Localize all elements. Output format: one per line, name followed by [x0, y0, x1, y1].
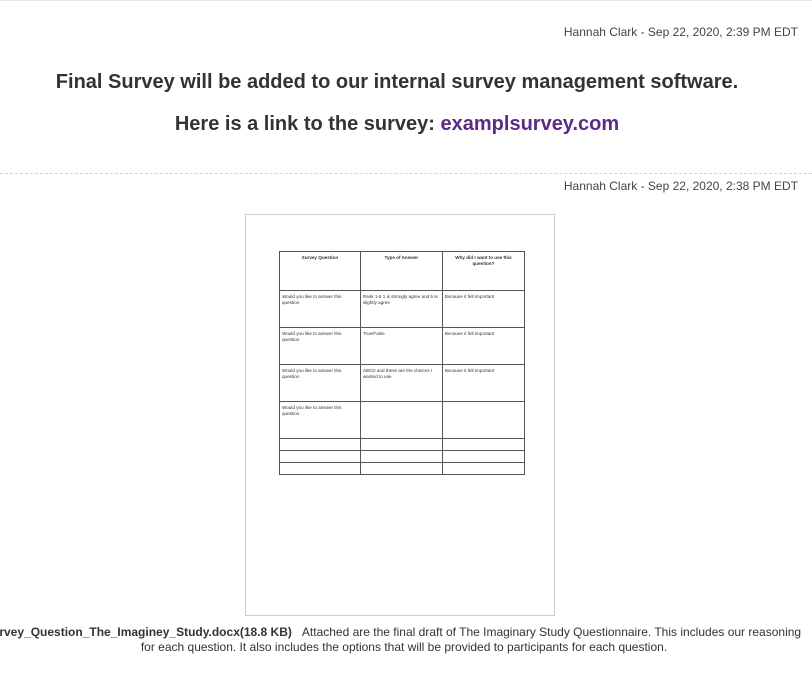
document-cell: [441, 462, 526, 475]
post-thread: Hannah Clark - Sep 22, 2020, 2:39 PM EDT…: [0, 0, 812, 682]
document-cell: Would you like to answer this question: [279, 401, 361, 439]
top-divider: [0, 0, 812, 1]
document-cell: Rank 1-5 1 is strongly agree and 5 is sl…: [359, 290, 443, 328]
document-table-empty-row: [279, 462, 526, 475]
document-cell: [441, 401, 526, 439]
document-cell: Because it felt important: [441, 327, 526, 365]
attachment-caption-line: Survey_Question_The_Imaginey_Study.docx(…: [0, 625, 812, 640]
document-cell: Would you like to answer this question: [279, 290, 361, 328]
document-cell: [359, 462, 443, 475]
document-cell: ABCD and these are the choices I wanted …: [359, 364, 443, 402]
document-cell: [359, 401, 443, 439]
document-table-empty-row: [279, 438, 526, 451]
attachment-filename[interactable]: Survey_Question_The_Imaginey_Study.docx: [0, 625, 240, 639]
document-cell: Would you like to answer this question: [279, 364, 361, 402]
survey-link-prefix: Here is a link to the survey:: [174, 113, 441, 135]
document-cell: [359, 450, 443, 463]
post-heading: Final Survey will be added to our intern…: [55, 71, 739, 93]
document-cell: [279, 450, 361, 463]
post-divider: [0, 173, 812, 174]
document-header-cell: Why did I want to use this question?: [441, 251, 526, 291]
document-table-header: Survey Question Type of Answer Why did I…: [279, 251, 526, 291]
document-cell: Because it felt important: [441, 290, 526, 328]
document-cell: [359, 438, 443, 451]
post-author-timestamp: Hannah Clark - Sep 22, 2020, 2:38 PM EDT: [563, 179, 798, 193]
document-table-row: Would you like to answer this question T…: [279, 327, 526, 365]
document-cell: [279, 462, 361, 475]
survey-link[interactable]: examplsurvey.com: [441, 113, 620, 135]
attachment-description-continued: for each question. It also includes the …: [140, 640, 668, 654]
document-table: Survey Question Type of Answer Why did I…: [279, 251, 526, 475]
document-header-cell: Type of Answer: [359, 251, 443, 291]
attachment-description: Attached are the final draft of The Imag…: [301, 625, 802, 639]
document-table-empty-row: [279, 450, 526, 463]
attachment-preview[interactable]: Survey Question Type of Answer Why did I…: [245, 214, 555, 616]
document-cell: Because it felt important: [441, 364, 526, 402]
survey-link-line: Here is a link to the survey: examplsurv…: [0, 113, 794, 136]
document-cell: True/False: [359, 327, 443, 365]
document-header-cell: Survey Question: [279, 251, 361, 291]
post-author-timestamp: Hannah Clark - Sep 22, 2020, 2:39 PM EDT: [563, 25, 798, 39]
document-cell: [279, 438, 361, 451]
document-cell: [441, 438, 526, 451]
document-table-row: Would you like to answer this question A…: [279, 364, 526, 402]
attachment-caption: Survey_Question_The_Imaginey_Study.docx(…: [0, 625, 812, 655]
document-table-row: Would you like to answer this question: [279, 401, 526, 439]
document-cell: Would you like to answer this question: [279, 327, 361, 365]
attachment-size: (18.8 KB): [239, 625, 292, 639]
document-table-row: Would you like to answer this question R…: [279, 290, 526, 328]
document-cell: [441, 450, 526, 463]
